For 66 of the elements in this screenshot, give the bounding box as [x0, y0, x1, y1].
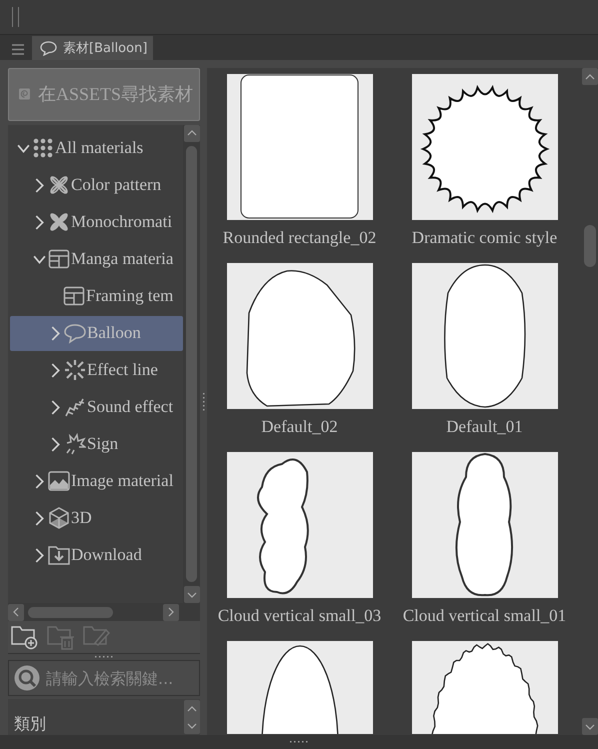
material-name: Dramatic comic style — [412, 228, 558, 248]
manga-category-icon — [48, 248, 70, 270]
tree-item[interactable]: Color pattern — [10, 168, 183, 203]
category-label: 類別 — [14, 714, 46, 735]
effect-category-icon — [64, 359, 86, 382]
tree-item[interactable]: Effect line — [10, 352, 183, 388]
scroll-down-button[interactable] — [582, 718, 598, 735]
panel-tab[interactable]: 素材[Balloon] — [32, 36, 154, 60]
search-input[interactable]: 請輸入檢索關鍵... — [46, 668, 199, 688]
tree-item[interactable]: Sound effect — [10, 390, 183, 425]
material-name: Rounded rectangle_02 — [222, 228, 376, 248]
caret-down-icon — [187, 722, 197, 729]
download-category-icon — [48, 544, 70, 566]
caret-right-icon — [168, 607, 174, 618]
caret-down-icon — [584, 724, 594, 730]
scroll-up-button[interactable] — [184, 124, 200, 142]
tree-item[interactable]: Balloon — [10, 316, 183, 351]
scrollbar-thumb[interactable] — [186, 146, 197, 582]
spin-button[interactable] — [184, 700, 200, 734]
tree-item[interactable]: Manga materia — [10, 242, 183, 277]
material-name: Cloud vertical small_03 — [218, 606, 382, 626]
search-icon — [14, 665, 40, 692]
material-name: Default_02 — [261, 417, 338, 437]
balloon-thumbnail[interactable] — [412, 263, 558, 409]
tree-item[interactable]: All materials — [10, 130, 183, 166]
caret-left-icon — [13, 607, 19, 618]
tree-item[interactable]: Framing tem — [10, 278, 183, 314]
scrollbar-thumb[interactable] — [28, 606, 113, 618]
scroll-right-button[interactable] — [163, 604, 179, 621]
resize-handle-icon[interactable] — [290, 741, 308, 743]
balloon-thumbnail[interactable] — [226, 263, 372, 409]
balloon-category-icon — [64, 322, 86, 344]
material-name: Cloud vertical small_01 — [402, 606, 566, 626]
new-folder-icon[interactable] — [11, 624, 39, 651]
balloon-thumbnail[interactable] — [226, 452, 372, 598]
balloon-thumbnail[interactable] — [412, 74, 558, 220]
balloon-thumbnail[interactable] — [226, 74, 372, 220]
cube-category-icon — [48, 507, 70, 530]
caret-up-icon — [187, 706, 197, 712]
balloon-icon — [40, 40, 57, 56]
panel-grip-icon[interactable] — [12, 7, 19, 27]
scroll-left-button[interactable] — [8, 604, 24, 621]
scrollbar-thumb[interactable] — [584, 225, 596, 267]
caret-down-icon — [186, 592, 196, 598]
tree-item[interactable]: Sign — [10, 426, 183, 462]
image-category-icon — [48, 470, 70, 492]
tree-item[interactable]: Download — [10, 538, 183, 573]
mono-category-icon — [48, 211, 70, 234]
resize-handle-icon[interactable] — [95, 656, 113, 658]
sound-category-icon — [64, 396, 86, 418]
manga-category-icon — [63, 285, 85, 308]
tree-item[interactable]: Image material — [10, 464, 183, 499]
resize-handle-icon[interactable] — [202, 392, 204, 410]
tree-item[interactable]: Monochromati — [10, 204, 183, 240]
menu-icon[interactable] — [12, 44, 24, 55]
material-name: Default_01 — [446, 417, 523, 437]
sign-category-icon — [64, 433, 86, 456]
caret-up-icon — [186, 130, 196, 136]
all-category-icon — [32, 137, 54, 160]
tree-item[interactable]: 3D — [10, 500, 183, 536]
scroll-up-button[interactable] — [582, 68, 598, 85]
balloon-thumbnail[interactable] — [412, 452, 558, 598]
scroll-down-button[interactable] — [184, 586, 200, 604]
caret-up-icon — [584, 74, 594, 80]
search-field[interactable]: 請輸入檢索關鍵... — [8, 660, 200, 696]
color-category-icon — [48, 174, 70, 196]
